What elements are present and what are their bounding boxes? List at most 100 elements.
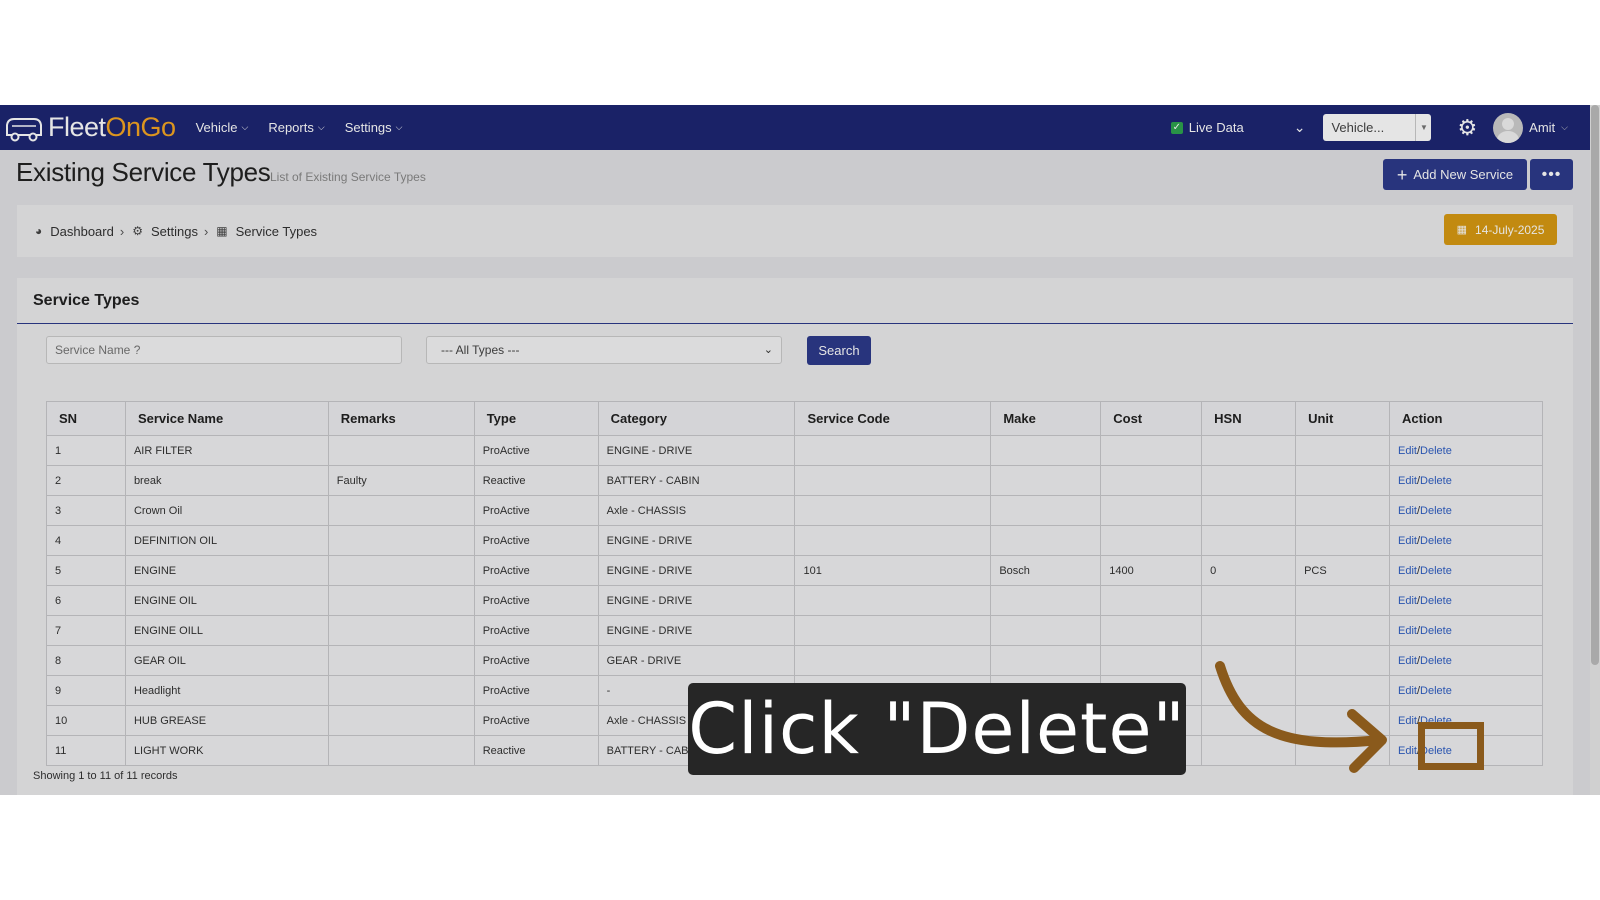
user-name[interactable]: Amit: [1529, 120, 1555, 135]
scrollbar-thumb[interactable]: [1591, 105, 1599, 665]
more-options-button[interactable]: •••: [1530, 159, 1573, 190]
category-cell: BATTERY - CABIN: [597, 465, 796, 496]
search-button[interactable]: Search: [807, 336, 871, 365]
service-code-cell: [794, 585, 992, 616]
delete-link[interactable]: Delete: [1420, 565, 1452, 577]
chevron-right-icon: ›: [203, 223, 209, 239]
divider: [17, 323, 1573, 324]
column-header[interactable]: Category: [597, 401, 796, 436]
chevron-down-icon[interactable]: ⌄: [1294, 119, 1306, 136]
column-header[interactable]: Unit: [1295, 401, 1391, 436]
category-cell: ENGINE - DRIVE: [597, 585, 796, 616]
edit-link[interactable]: Edit: [1398, 625, 1417, 637]
breadcrumb-dashboard[interactable]: ◕ Dashboard ›: [35, 224, 124, 239]
breadcrumb-settings[interactable]: ⚙ Settings ›: [132, 224, 208, 239]
service-name-search-input[interactable]: [46, 336, 402, 364]
edit-link[interactable]: Edit: [1398, 595, 1417, 607]
action-cell: Edit/Delete: [1389, 645, 1543, 676]
make-cell: Bosch: [990, 555, 1102, 586]
action-cell: Edit/Delete: [1389, 465, 1543, 496]
edit-link[interactable]: Edit: [1398, 505, 1417, 517]
remarks-cell: [327, 615, 475, 646]
edit-link[interactable]: Edit: [1398, 475, 1417, 487]
cost-cell: [1100, 585, 1203, 616]
column-header[interactable]: Remarks: [327, 401, 475, 436]
vertical-scrollbar[interactable]: [1590, 105, 1600, 795]
unit-cell: [1295, 615, 1391, 646]
action-cell: Edit/Delete: [1389, 675, 1543, 706]
cost-cell: [1100, 495, 1203, 526]
delete-link[interactable]: Delete: [1420, 445, 1452, 457]
service-name-cell: HUB GREASE: [124, 705, 329, 736]
edit-link[interactable]: Edit: [1398, 655, 1417, 667]
sn-cell: 10: [46, 705, 126, 736]
truck-logo-icon: [6, 117, 42, 141]
remarks-cell: [327, 495, 475, 526]
sn-cell: 3: [46, 495, 126, 526]
column-header[interactable]: Type: [473, 401, 599, 436]
nav-reports-menu[interactable]: Reports ⌵: [268, 120, 324, 135]
plus-icon: +: [1396, 164, 1408, 185]
top-navbar: FleetOnGo Vehicle ⌵ Reports ⌵ Settings ⌵ ✓ …: [0, 105, 1600, 150]
chevron-down-icon[interactable]: ⌵: [1561, 122, 1568, 133]
hsn-cell: [1201, 525, 1297, 556]
type-cell: ProActive: [473, 645, 599, 676]
nav-settings-menu[interactable]: Settings ⌵: [345, 120, 403, 135]
category-cell: ENGINE - DRIVE: [597, 615, 796, 646]
delete-link[interactable]: Delete: [1420, 505, 1452, 517]
breadcrumb-service-types[interactable]: ▦ Service Types: [216, 224, 317, 239]
edit-link[interactable]: Edit: [1398, 685, 1417, 697]
service-code-cell: [794, 615, 992, 646]
delete-link[interactable]: Delete: [1420, 475, 1452, 487]
delete-link[interactable]: Delete: [1420, 535, 1452, 547]
vehicle-select[interactable]: Vehicle... ▼: [1323, 114, 1432, 141]
column-header[interactable]: SN: [46, 401, 126, 436]
column-header[interactable]: HSN: [1201, 401, 1297, 436]
action-cell: Edit/Delete: [1389, 525, 1543, 556]
edit-link[interactable]: Edit: [1398, 565, 1417, 577]
page-title: Existing Service Types: [16, 157, 271, 187]
checkbox-checked-icon[interactable]: ✓: [1170, 121, 1183, 134]
vehicle-select-value: Vehicle...: [1331, 120, 1385, 135]
delete-link[interactable]: Delete: [1420, 595, 1452, 607]
sn-cell: 5: [46, 555, 126, 586]
sn-cell: 4: [46, 525, 126, 556]
dropdown-arrow-icon[interactable]: ▼: [1415, 114, 1431, 141]
column-header[interactable]: Action: [1389, 401, 1543, 436]
sn-cell: 8: [46, 645, 126, 676]
nav-vehicle-menu[interactable]: Vehicle ⌵: [196, 120, 249, 135]
column-header[interactable]: Cost: [1100, 401, 1203, 436]
column-header[interactable]: Service Code: [794, 401, 992, 436]
cost-cell: [1100, 465, 1203, 496]
gear-icon[interactable]: ⚙: [1457, 115, 1477, 141]
edit-link[interactable]: Edit: [1398, 445, 1417, 457]
edit-link[interactable]: Edit: [1398, 745, 1417, 757]
avatar[interactable]: [1493, 112, 1524, 143]
add-new-service-button[interactable]: + Add New Service: [1383, 159, 1527, 190]
delete-link[interactable]: Delete: [1420, 685, 1452, 697]
delete-link[interactable]: Delete: [1420, 625, 1452, 637]
remarks-cell: [327, 525, 475, 556]
table-row: 5 ENGINE ProActive ENGINE - DRIVE 101 Bosch 14…: [46, 555, 1543, 586]
delete-link[interactable]: Delete: [1420, 655, 1452, 667]
action-cell: Edit/Delete: [1389, 435, 1543, 466]
date-label: 14-July-2025: [1475, 222, 1545, 237]
date-button[interactable]: ▦ 14-July-2025: [1444, 214, 1557, 245]
remarks-cell: [327, 675, 475, 706]
edit-link[interactable]: Edit: [1398, 535, 1417, 547]
live-data-toggle[interactable]: ✓ Live Data: [1170, 120, 1244, 135]
table-row: 3 Crown Oil ProActive Axle - CHASSIS Edit/De…: [46, 495, 1543, 526]
type-filter-select[interactable]: --- All Types --- ⌄: [426, 336, 782, 364]
brand-logo[interactable]: FleetOnGo: [4, 112, 176, 143]
edit-link[interactable]: Edit: [1398, 715, 1417, 727]
column-header[interactable]: Service Name: [124, 401, 329, 436]
column-header[interactable]: Make: [990, 401, 1102, 436]
type-cell: ProActive: [473, 705, 599, 736]
service-name-cell: LIGHT WORK: [124, 735, 329, 766]
service-code-cell: [794, 645, 992, 676]
service-name-cell: Crown Oil: [124, 495, 329, 526]
make-cell: [990, 495, 1102, 526]
make-cell: [990, 435, 1102, 466]
make-cell: [990, 615, 1102, 646]
breadcrumb-settings-label: Settings: [150, 223, 198, 239]
